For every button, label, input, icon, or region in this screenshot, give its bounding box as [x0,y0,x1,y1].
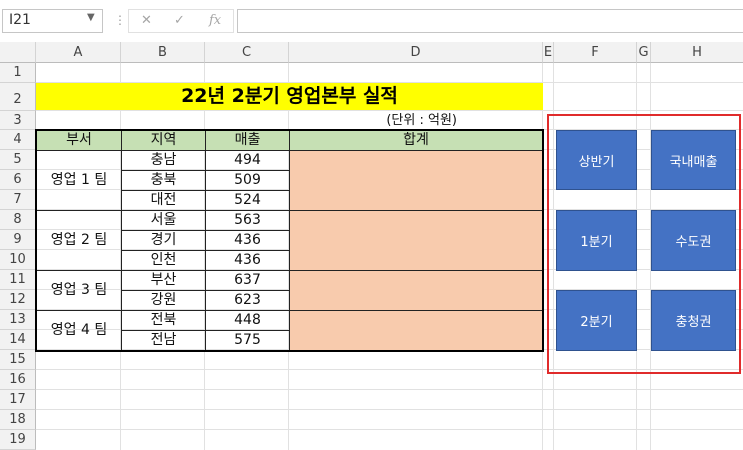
sheet-title[interactable]: 22년 2분기 영업본부 실적 [36,83,543,110]
row-header-14[interactable]: 14 [0,330,36,350]
team-cell[interactable]: 영업 1 팀 [36,150,122,211]
unit-label[interactable]: (단위 : 억원) [289,111,457,130]
row-header-1[interactable]: 1 [0,63,36,83]
gridline [36,409,743,410]
sales-cell[interactable]: 563 [205,210,290,231]
column-header-b[interactable]: B [121,42,205,63]
formula-tools: ✕ ✓ fx [128,9,234,33]
team-cell[interactable]: 영업 4 팀 [36,310,122,351]
row-header-11[interactable]: 11 [0,270,36,290]
formula-input[interactable] [237,9,743,33]
row-header-4[interactable]: 4 [0,130,36,150]
row-header-5[interactable]: 5 [0,150,36,170]
region-cell[interactable]: 서울 [121,210,206,231]
sales-cell[interactable]: 436 [205,250,290,271]
region-cell[interactable]: 부산 [121,270,206,291]
cancel-icon[interactable]: ✕ [141,13,152,28]
total-cell[interactable] [289,150,543,211]
header-dept[interactable]: 부서 [36,130,122,151]
column-header-f[interactable]: F [554,42,637,63]
highlight-box [547,114,741,374]
sales-cell[interactable]: 524 [205,190,290,211]
row-header-17[interactable]: 17 [0,390,36,410]
column-header-h[interactable]: H [651,42,743,63]
region-cell[interactable]: 충북 [121,170,206,191]
row-header-13[interactable]: 13 [0,310,36,330]
region-cell[interactable]: 전남 [121,330,206,351]
row-header-2[interactable]: 2 [0,83,36,111]
sales-cell[interactable]: 436 [205,230,290,251]
column-header-d[interactable]: D [289,42,543,63]
row-header-15[interactable]: 15 [0,350,36,370]
region-cell[interactable]: 인천 [121,250,206,271]
row-header-8[interactable]: 8 [0,210,36,230]
sales-cell[interactable]: 623 [205,290,290,311]
check-icon[interactable]: ✓ [174,13,185,28]
column-header-c[interactable]: C [205,42,289,63]
column-header-e[interactable]: E [543,42,554,63]
row-header-9[interactable]: 9 [0,230,36,250]
region-cell[interactable]: 강원 [121,290,206,311]
sales-cell[interactable]: 575 [205,330,290,351]
header-total[interactable]: 합계 [289,130,543,151]
column-header-g[interactable]: G [637,42,651,63]
row-header-6[interactable]: 6 [0,170,36,190]
region-cell[interactable]: 경기 [121,230,206,251]
region-cell[interactable]: 전북 [121,310,206,331]
total-cell[interactable] [289,310,543,351]
sales-cell[interactable]: 448 [205,310,290,331]
row-header-10[interactable]: 10 [0,250,36,270]
row-header-18[interactable]: 18 [0,410,36,430]
name-box-value: I21 [9,12,31,28]
header-region[interactable]: 지역 [121,130,206,151]
select-all-corner[interactable] [0,42,36,63]
region-cell[interactable]: 대전 [121,190,206,211]
column-header-a[interactable]: A [36,42,121,63]
total-cell[interactable] [289,270,543,311]
fx-icon[interactable]: fx [209,13,221,28]
row-header-12[interactable]: 12 [0,290,36,310]
row-header-7[interactable]: 7 [0,190,36,210]
row-header-3[interactable]: 3 [0,111,36,130]
header-sales[interactable]: 매출 [205,130,290,151]
row-header-16[interactable]: 16 [0,370,36,390]
formula-bar: I21 ▼ ⋮ ✕ ✓ fx [0,0,743,40]
sales-cell[interactable]: 494 [205,150,290,171]
team-cell[interactable]: 영업 3 팀 [36,270,122,311]
sales-cell[interactable]: 637 [205,270,290,291]
total-cell[interactable] [289,210,543,271]
chevron-down-icon[interactable]: ▼ [87,12,95,23]
gridline [36,429,743,430]
more-options-icon: ⋮ [114,13,126,27]
row-header-19[interactable]: 19 [0,430,36,450]
sales-cell[interactable]: 509 [205,170,290,191]
region-cell[interactable]: 충남 [121,150,206,171]
team-cell[interactable]: 영업 2 팀 [36,210,122,271]
gridline [36,389,743,390]
